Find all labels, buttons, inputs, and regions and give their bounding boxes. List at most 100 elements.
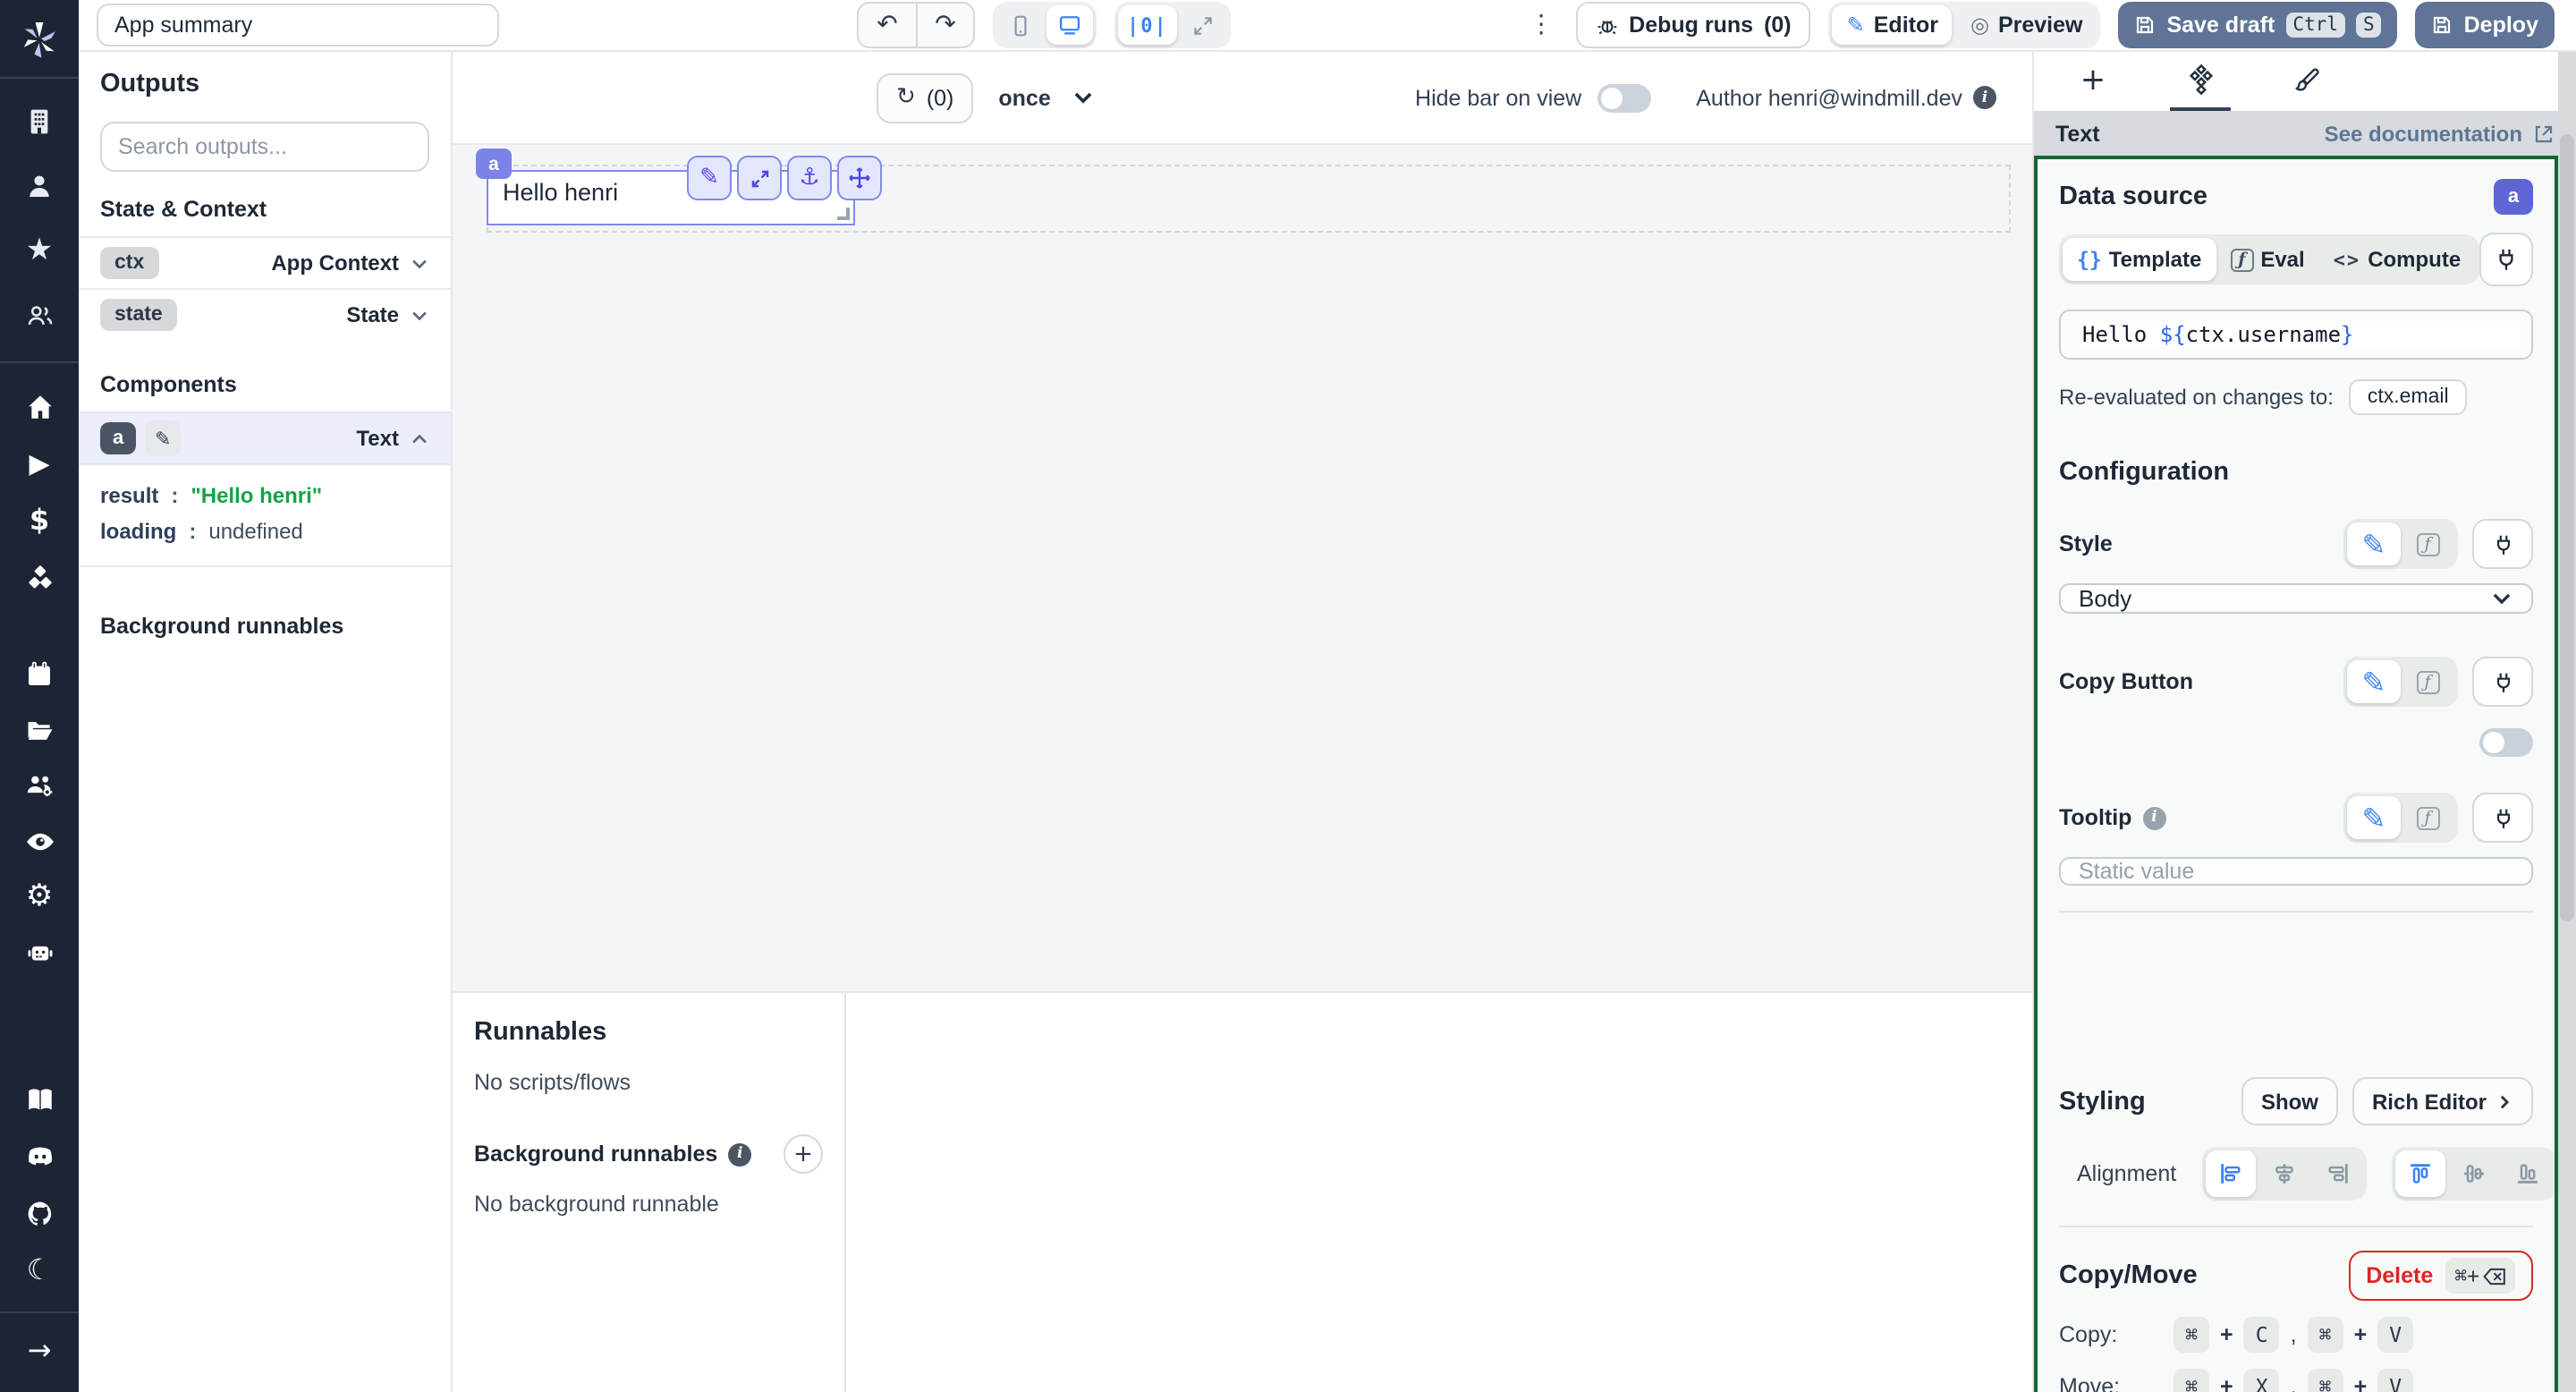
tab-styling[interactable]	[2277, 52, 2338, 111]
home-icon[interactable]	[0, 386, 79, 426]
preview-tab[interactable]: ◎ Preview	[1956, 5, 2097, 45]
align-bottom-icon	[2517, 1164, 2538, 1184]
reeval-dependency-chip[interactable]: ctx.email	[2349, 379, 2467, 415]
configuration-title: Configuration	[2059, 458, 2230, 487]
refresh-runnables-button[interactable]: ↻ (0)	[877, 72, 974, 123]
delete-component-button[interactable]: Delete ⌘ +	[2348, 1251, 2533, 1301]
background-runnables-label: Background runnables	[474, 1142, 718, 1167]
tooltip-connect-button[interactable]	[2472, 793, 2533, 843]
style-eval-button[interactable]: ƒ	[2401, 522, 2454, 565]
editor-tab[interactable]: ✎ Editor	[1832, 5, 1953, 45]
groups-icon[interactable]	[0, 295, 79, 335]
tooltip-input[interactable]	[2059, 857, 2533, 886]
tooltip-eval-button[interactable]: ƒ	[2401, 796, 2454, 839]
copy-button-toggle[interactable]	[2479, 728, 2533, 757]
anchor-button[interactable]: ⚓	[787, 156, 832, 200]
tooltip-static-button[interactable]: ✎	[2347, 796, 2401, 839]
compute-mode-button[interactable]: <> Compute	[2319, 238, 2476, 281]
code-expression: ctx.username	[2185, 322, 2342, 347]
settings-scrollbar[interactable]	[2558, 52, 2576, 1392]
rich-editor-button[interactable]: Rich Editor	[2351, 1077, 2533, 1125]
outputs-title: Outputs	[100, 70, 200, 98]
style-static-button[interactable]: ✎	[2347, 522, 2401, 565]
style-connect-button[interactable]	[2472, 519, 2533, 569]
result-output-row[interactable]: result: "Hello henri"	[100, 478, 429, 514]
align-bottom-button[interactable]	[2502, 1150, 2552, 1197]
user-icon[interactable]	[0, 166, 79, 206]
app-canvas[interactable]: a Hello henri ✎ ⚓	[453, 145, 2032, 991]
settings-gear-icon[interactable]: ⚙	[0, 877, 79, 916]
fixed-width-button[interactable]: |0|	[1118, 5, 1177, 45]
runs-play-icon[interactable]: ▶	[0, 444, 79, 483]
ai-robot-icon[interactable]	[0, 932, 79, 972]
ctx-row[interactable]: ctx App Context	[79, 236, 451, 288]
settings-tabs: +	[2034, 52, 2576, 111]
copy-button-connect-button[interactable]	[2472, 657, 2533, 707]
component-list-row[interactable]: a ✎ Text	[79, 412, 451, 465]
align-left-button[interactable]	[2205, 1150, 2256, 1197]
connect-output-button[interactable]	[2479, 233, 2533, 286]
resources-cubes-icon[interactable]	[0, 558, 79, 598]
expand-sidebar-arrow-icon[interactable]: →	[0, 1331, 79, 1371]
runnables-panel: Runnables No scripts/flows Background ru…	[453, 991, 2032, 1392]
expand-button[interactable]	[737, 156, 782, 200]
align-center-button[interactable]	[2258, 1150, 2309, 1197]
desktop-view-button[interactable]	[1046, 5, 1093, 45]
resize-handle[interactable]	[837, 208, 850, 220]
rail-divider	[0, 1311, 79, 1313]
eval-mode-button[interactable]: ƒ Eval	[2216, 238, 2318, 281]
folders-icon[interactable]	[0, 710, 79, 750]
add-background-runnable-button[interactable]: +	[784, 1134, 823, 1174]
paintbrush-icon	[2295, 67, 2319, 90]
deploy-button[interactable]: Deploy	[2415, 2, 2555, 48]
debug-runs-button[interactable]: Debug runs (0)	[1575, 2, 1811, 48]
edit-pencil-button[interactable]: ✎	[687, 156, 732, 200]
workers-users-gear-icon[interactable]	[0, 766, 79, 805]
schedules-calendar-icon[interactable]	[0, 655, 79, 694]
save-icon	[2137, 16, 2154, 34]
windmill-logo-icon[interactable]	[0, 13, 79, 66]
mobile-view-button[interactable]	[996, 5, 1043, 45]
style-select[interactable]: Body	[2059, 583, 2533, 614]
align-middle-button[interactable]	[2448, 1150, 2498, 1197]
state-row[interactable]: state State	[79, 288, 451, 340]
search-outputs-box	[100, 122, 429, 172]
variables-dollar-icon[interactable]: $	[0, 501, 79, 540]
move-button[interactable]	[837, 156, 882, 200]
template-mode-button[interactable]: {} Template	[2063, 238, 2216, 281]
braces-icon: {}	[2077, 247, 2102, 272]
info-icon[interactable]: i	[2142, 806, 2166, 829]
move-shortcut-row: Move: ⌘ + X , ⌘ + V	[2059, 1369, 2533, 1392]
template-code-editor[interactable]: Hello ${ctx.username}	[2059, 310, 2533, 360]
styling-show-button[interactable]: Show	[2241, 1077, 2338, 1125]
ctx-badge: ctx	[100, 247, 159, 279]
info-icon[interactable]: i	[728, 1142, 752, 1166]
search-outputs-input[interactable]	[118, 134, 411, 159]
loading-output-row[interactable]: loading: undefined	[100, 514, 429, 549]
redo-button[interactable]: ↷	[916, 4, 973, 47]
align-right-button[interactable]	[2312, 1150, 2362, 1197]
tab-insert-component[interactable]: +	[2063, 52, 2123, 111]
hide-bar-toggle[interactable]	[1597, 83, 1652, 112]
copy-button-eval-button[interactable]: ƒ	[2401, 660, 2454, 703]
more-menu-kebab-icon[interactable]: ⋮	[1525, 11, 1557, 39]
info-icon[interactable]: i	[1973, 86, 1996, 109]
dark-mode-moon-icon[interactable]: ☾	[0, 1251, 79, 1290]
no-scripts-label: No scripts/flows	[474, 1070, 631, 1095]
favorites-star-icon[interactable]: ★	[0, 231, 79, 270]
discord-icon[interactable]	[0, 1136, 79, 1176]
edit-id-pencil-button[interactable]: ✎	[145, 420, 182, 456]
github-icon[interactable]	[0, 1193, 79, 1233]
workspace-icon[interactable]	[0, 102, 79, 141]
app-summary-input[interactable]	[97, 4, 499, 47]
full-width-button[interactable]	[1181, 5, 1227, 45]
tab-component-settings[interactable]	[2170, 52, 2231, 111]
save-draft-button[interactable]: Save draft Ctrl S	[2118, 2, 2398, 48]
see-documentation-link[interactable]: See documentation	[2325, 121, 2555, 146]
frequency-dropdown[interactable]: once	[998, 85, 1095, 110]
docs-book-icon[interactable]	[0, 1079, 79, 1118]
audit-eye-icon[interactable]	[0, 821, 79, 861]
copy-button-static-button[interactable]: ✎	[2347, 660, 2401, 703]
undo-button[interactable]: ↶	[859, 4, 916, 47]
align-top-button[interactable]	[2394, 1150, 2445, 1197]
